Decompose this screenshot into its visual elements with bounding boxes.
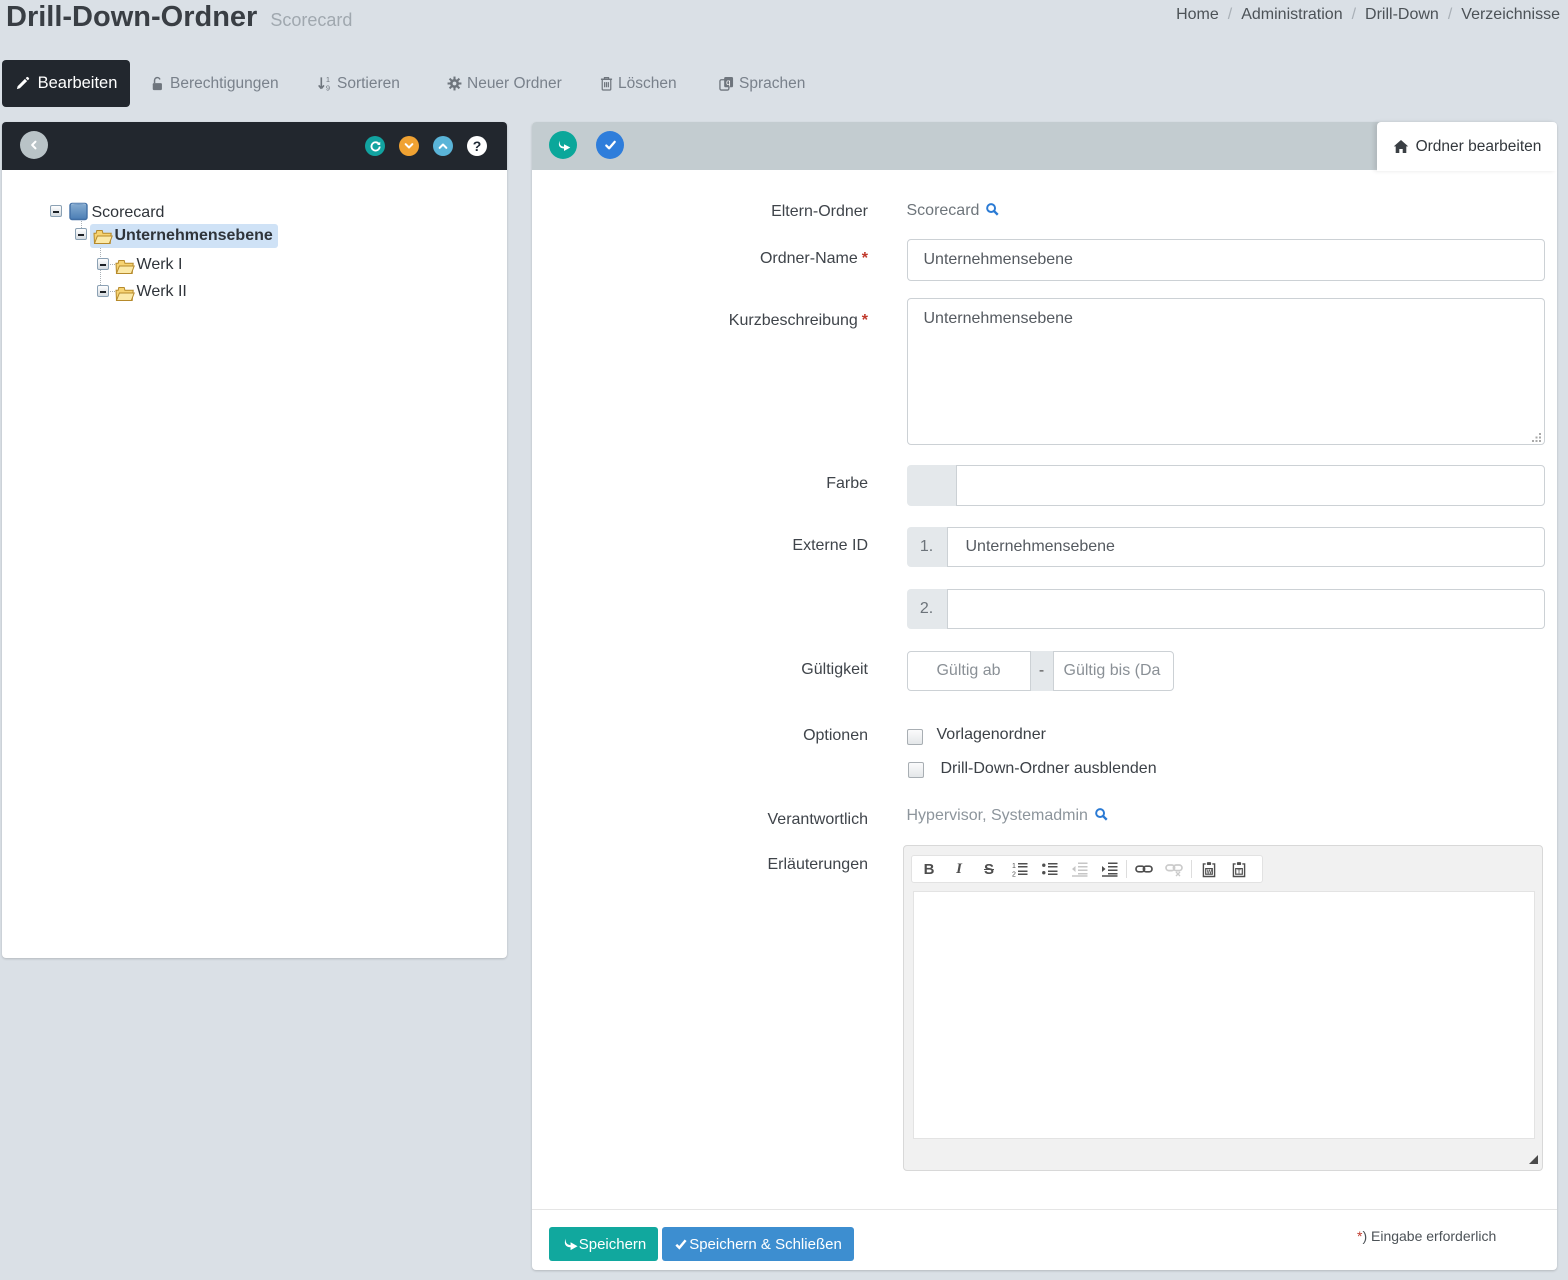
- svg-text:1: 1: [1012, 863, 1016, 870]
- svg-text:9: 9: [326, 84, 330, 91]
- svg-text:2: 2: [1012, 872, 1016, 878]
- svg-text:q: q: [726, 78, 730, 87]
